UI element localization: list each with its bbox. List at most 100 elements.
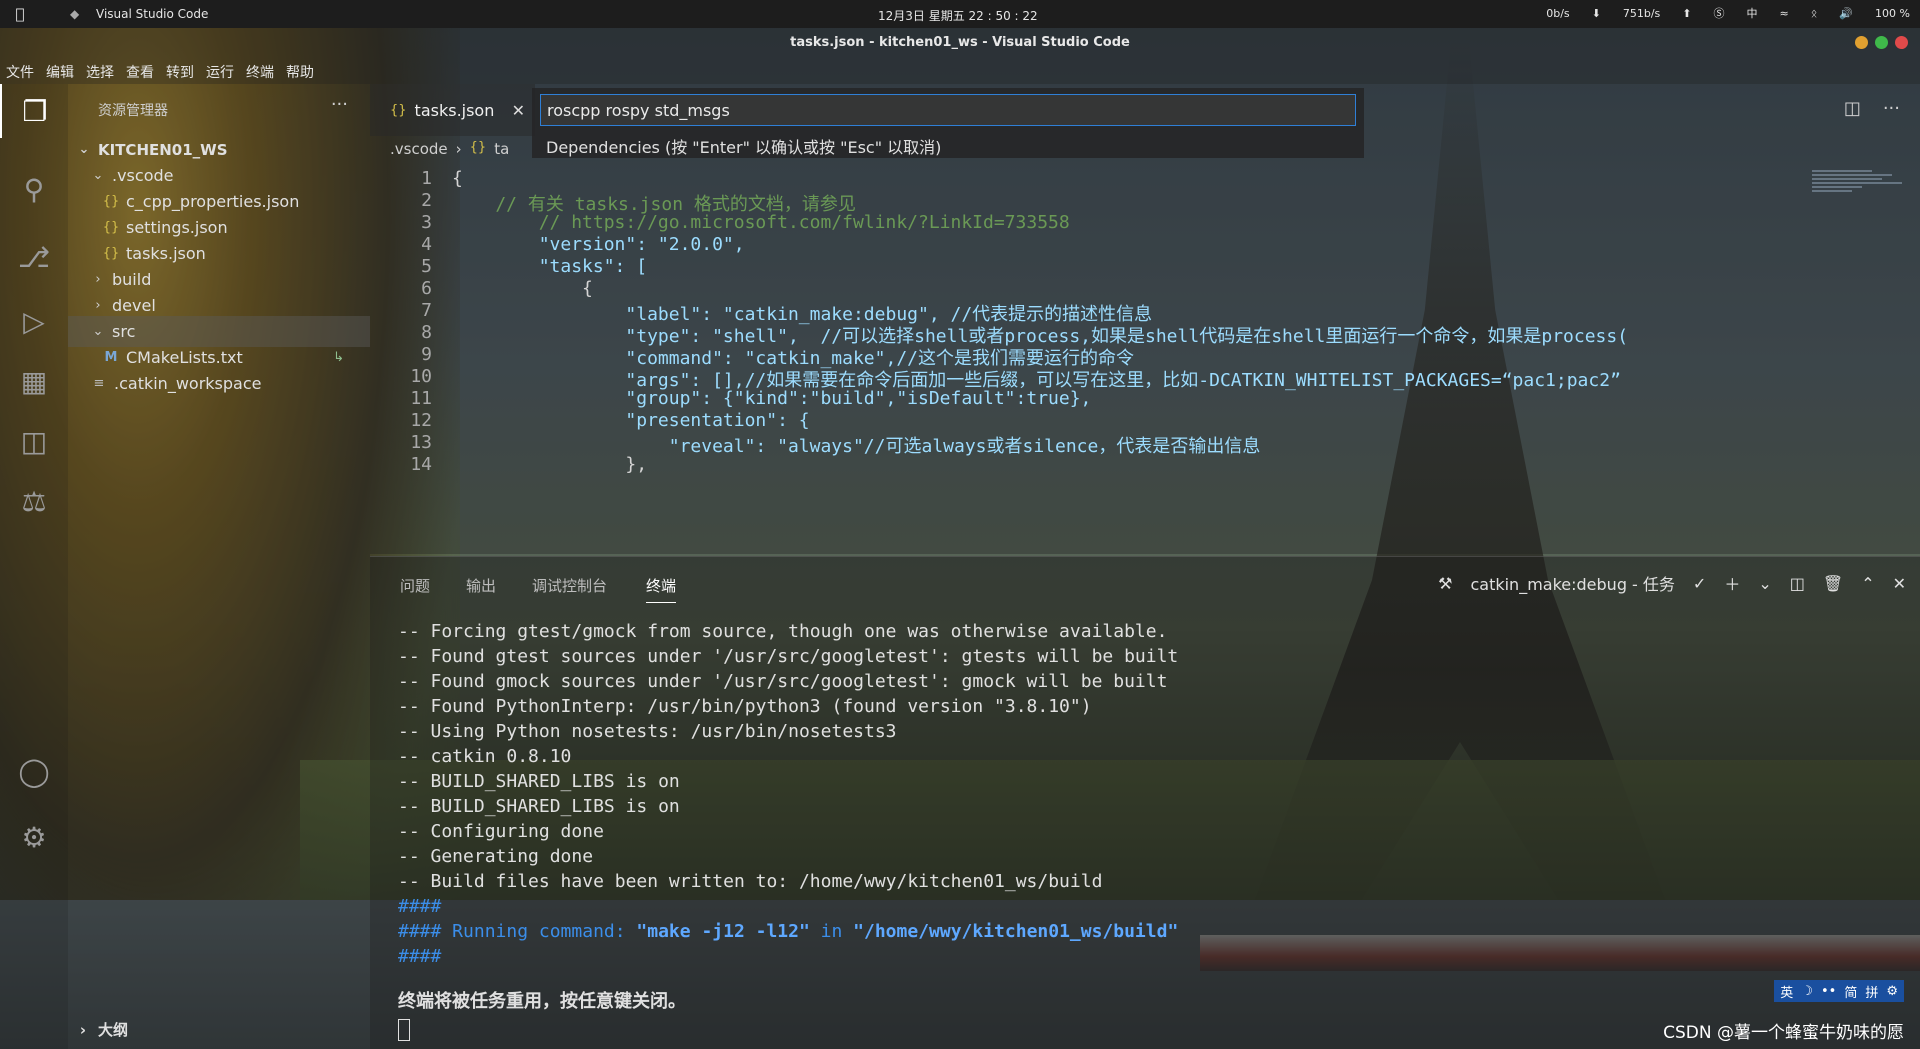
accounts-icon[interactable]: ◯ xyxy=(0,744,68,798)
explorer-title: 资源管理器 xyxy=(98,103,168,119)
tree-file-catkin-workspace[interactable]: ≡ .catkin_workspace xyxy=(68,368,370,399)
csdn-watermark: CSDN @薯一个蜂蜜牛奶味的愿 xyxy=(1663,1023,1904,1043)
outline-section[interactable]: › 大纲 xyxy=(68,1014,370,1045)
source-control-icon[interactable]: ⎇ xyxy=(0,230,68,284)
more-actions-icon[interactable]: ··· xyxy=(1883,98,1900,119)
menu-bar: 文件 编辑 选择 查看 转到 运行 终端 帮助 xyxy=(6,62,314,82)
text-file-icon: ≡ xyxy=(93,376,105,391)
ime-item[interactable]: •• xyxy=(1821,984,1836,999)
quick-input-hint: Dependencies (按 "Enter" 以确认或按 "Esc" 以取消) xyxy=(546,138,942,157)
remote-explorer-icon[interactable]: ◫ xyxy=(0,414,68,468)
menu-go[interactable]: 转到 xyxy=(166,62,194,82)
tab-output[interactable]: 输出 xyxy=(466,575,496,596)
input-method-indicator[interactable]: 中 xyxy=(1747,5,1758,21)
check-icon: ✓ xyxy=(1692,573,1707,593)
system-clock[interactable]: 12月3日 星期五 22 : 50 : 22 xyxy=(878,7,1038,24)
menu-terminal[interactable]: 终端 xyxy=(246,62,274,82)
new-terminal-icon[interactable]: ＋ xyxy=(1724,571,1740,595)
system-top-bar:  ◆ Visual Studio Code 12月3日 星期五 22 : 50… xyxy=(0,0,1920,28)
chevron-down-icon: ⌄ xyxy=(92,324,104,339)
terminal-hash-line: #### xyxy=(398,896,442,917)
workspace-root-label: KITCHEN01_WS xyxy=(98,140,228,159)
tree-item-label: .vscode xyxy=(112,166,174,185)
tree-item-label: tasks.json xyxy=(126,244,206,263)
search-icon[interactable]: ⚲ xyxy=(0,162,68,216)
terminal-output[interactable]: -- Forcing gtest/gmock from source, thou… xyxy=(398,621,1178,1012)
close-panel-icon[interactable]: ✕ xyxy=(1893,574,1906,593)
volume-icon[interactable]: 🔊 xyxy=(1839,7,1853,20)
tab-debug-console[interactable]: 调试控制台 xyxy=(532,575,607,596)
ime-item[interactable]: ☽ xyxy=(1801,984,1813,999)
ime-toolbar[interactable]: 英 ☽ •• 简 拼 ⚙ xyxy=(1774,980,1904,1002)
tab-tasks-json[interactable]: {} tasks.json ✕ xyxy=(370,84,535,136)
battery-indicator[interactable]: 100 % xyxy=(1875,7,1910,20)
terminal-line: -- Build files have been written to: /ho… xyxy=(398,871,1103,892)
json-file-icon: {} xyxy=(102,246,120,261)
code-editor[interactable]: 1{ 2 // 有关 tasks.json 格式的文档，请参见 3 // htt… xyxy=(370,168,1780,554)
menu-run[interactable]: 运行 xyxy=(206,62,234,82)
running-path: "/home/wwy/kitchen01_ws/build" xyxy=(853,921,1179,942)
quick-input-widget: Dependencies (按 "Enter" 以确认或按 "Esc" 以取消) xyxy=(532,88,1364,158)
download-arrow-icon: ⬇ xyxy=(1591,6,1601,20)
chevron-down-icon[interactable]: ⌄ xyxy=(1758,574,1771,593)
chevron-right-icon: › xyxy=(95,298,101,313)
system-app-name[interactable]: Visual Studio Code xyxy=(96,7,208,21)
system-tray: 0b/s ⬇ 751b/s ⬆ Ⓢ 中 ≈ ᛟ 🔊 100 % xyxy=(1546,5,1910,21)
minimize-button[interactable] xyxy=(1855,36,1868,49)
tree-item-label: c_cpp_properties.json xyxy=(126,192,300,211)
split-terminal-icon[interactable]: ◫ xyxy=(1790,574,1805,593)
menu-file[interactable]: 文件 xyxy=(6,62,34,82)
wifi-icon[interactable]: ≈ xyxy=(1780,7,1789,20)
explorer-icon[interactable]: ❐ xyxy=(0,84,68,138)
breadcrumb-item[interactable]: .vscode xyxy=(390,140,448,158)
extensions-icon[interactable]: ▦ xyxy=(0,354,68,408)
terminal-hash-line: #### xyxy=(398,946,442,967)
menu-selection[interactable]: 选择 xyxy=(86,62,114,82)
minimap[interactable] xyxy=(1800,168,1910,368)
testing-icon[interactable]: ⚖ xyxy=(0,474,68,528)
dependencies-input[interactable] xyxy=(540,94,1356,126)
net-up-rate: 751b/s xyxy=(1622,6,1661,20)
maximize-button[interactable] xyxy=(1875,36,1888,49)
close-icon[interactable]: ✕ xyxy=(512,101,525,120)
run-debug-icon[interactable]: ▷ xyxy=(0,294,68,348)
terminal-line: -- Found gmock sources under '/usr/src/g… xyxy=(398,671,1168,692)
terminal-line: -- Generating done xyxy=(398,846,594,867)
json-file-icon: {} xyxy=(102,220,120,235)
more-actions-icon[interactable]: ··· xyxy=(331,94,348,115)
vscode-app-icon: ◆ xyxy=(70,7,80,21)
close-button[interactable] xyxy=(1895,36,1908,49)
trash-icon[interactable]: 🗑 xyxy=(1823,574,1843,593)
ime-item[interactable]: ⚙ xyxy=(1886,984,1898,999)
activity-bar: ❐ ⚲ ⎇ ▷ ▦ ◫ ⚖ ◯ ⚙ xyxy=(0,84,68,1049)
bottom-panel: 问题 输出 调试控制台 终端 ⚒ catkin_make:debug - 任务 … xyxy=(370,556,1920,1049)
terminal-line: -- BUILD_SHARED_LIBS is on xyxy=(398,796,680,817)
tab-problems[interactable]: 问题 xyxy=(400,575,430,596)
terminal-running-line: #### Running command: "make -j12 -l12" i… xyxy=(398,921,1178,946)
terminal-line: -- Configuring done xyxy=(398,821,604,842)
menu-help[interactable]: 帮助 xyxy=(286,62,314,82)
tree-item-label: build xyxy=(112,270,152,289)
menu-edit[interactable]: 编辑 xyxy=(46,62,74,82)
tab-terminal[interactable]: 终端 xyxy=(646,575,677,603)
breadcrumb-item[interactable]: ta xyxy=(494,140,509,158)
code-line[interactable]: }, xyxy=(452,454,647,481)
maximize-panel-icon[interactable]: ⌃ xyxy=(1861,574,1874,593)
ime-item[interactable]: 简 xyxy=(1844,982,1857,1001)
settings-gear-icon[interactable]: ⚙ xyxy=(0,810,68,864)
ime-item[interactable]: 英 xyxy=(1780,982,1793,1001)
window-title: tasks.json - kitchen01_ws - Visual Studi… xyxy=(790,35,1130,50)
tree-item-label: CMakeLists.txt xyxy=(126,348,243,367)
bluetooth-icon[interactable]: ᛟ xyxy=(1811,7,1818,20)
outline-label: 大纲 xyxy=(98,1021,129,1039)
apple-icon[interactable]:  xyxy=(0,5,40,23)
split-editor-icon[interactable]: ◫ xyxy=(1844,98,1861,119)
editor-actions: ◫ ··· xyxy=(1844,98,1900,119)
chevron-right-icon: › xyxy=(455,140,462,158)
ime-item[interactable]: 拼 xyxy=(1865,982,1878,1001)
terminal-line: -- catkin 0.8.10 xyxy=(398,746,572,767)
task-terminal-label[interactable]: catkin_make:debug - 任务 xyxy=(1470,571,1674,595)
sogou-icon[interactable]: Ⓢ xyxy=(1714,5,1725,21)
menu-view[interactable]: 查看 xyxy=(126,62,154,82)
